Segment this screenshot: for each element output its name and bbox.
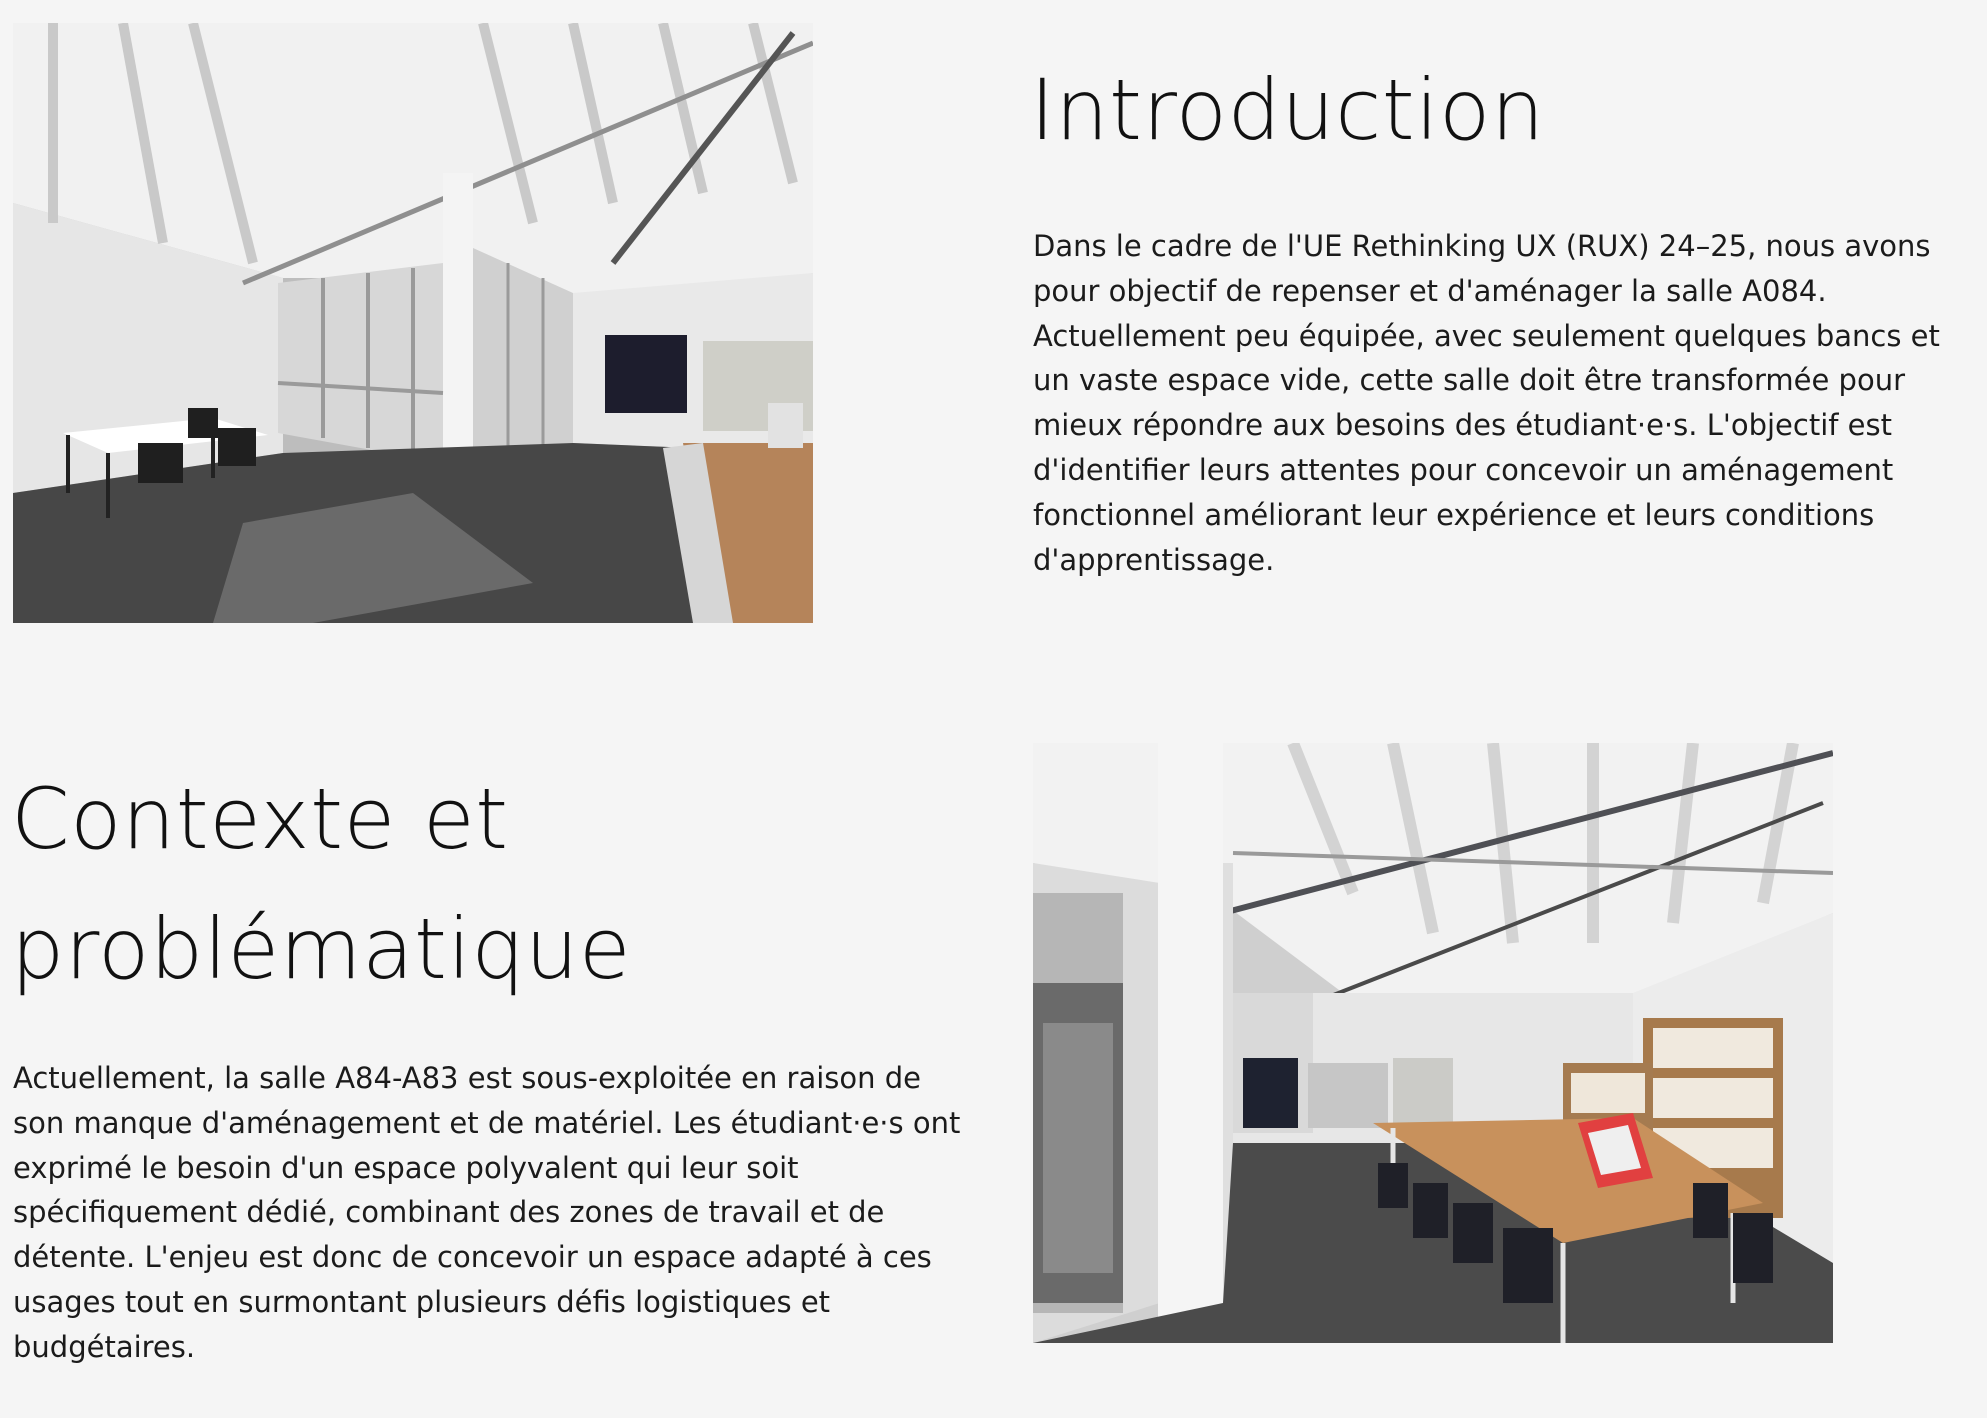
room-photo-tables-shelves [1033,743,1833,1343]
context-paragraph: Actuellement, la salle A84-A83 est sous-… [13,1061,961,1364]
room-photo-glass-partition [13,23,813,623]
introduction-heading: Introduction [1030,61,1545,159]
context-heading: Contexte et problématique [11,770,632,998]
introduction-paragraph: Dans le cadre de l'UE Rethinking UX (RUX… [1033,229,1940,577]
